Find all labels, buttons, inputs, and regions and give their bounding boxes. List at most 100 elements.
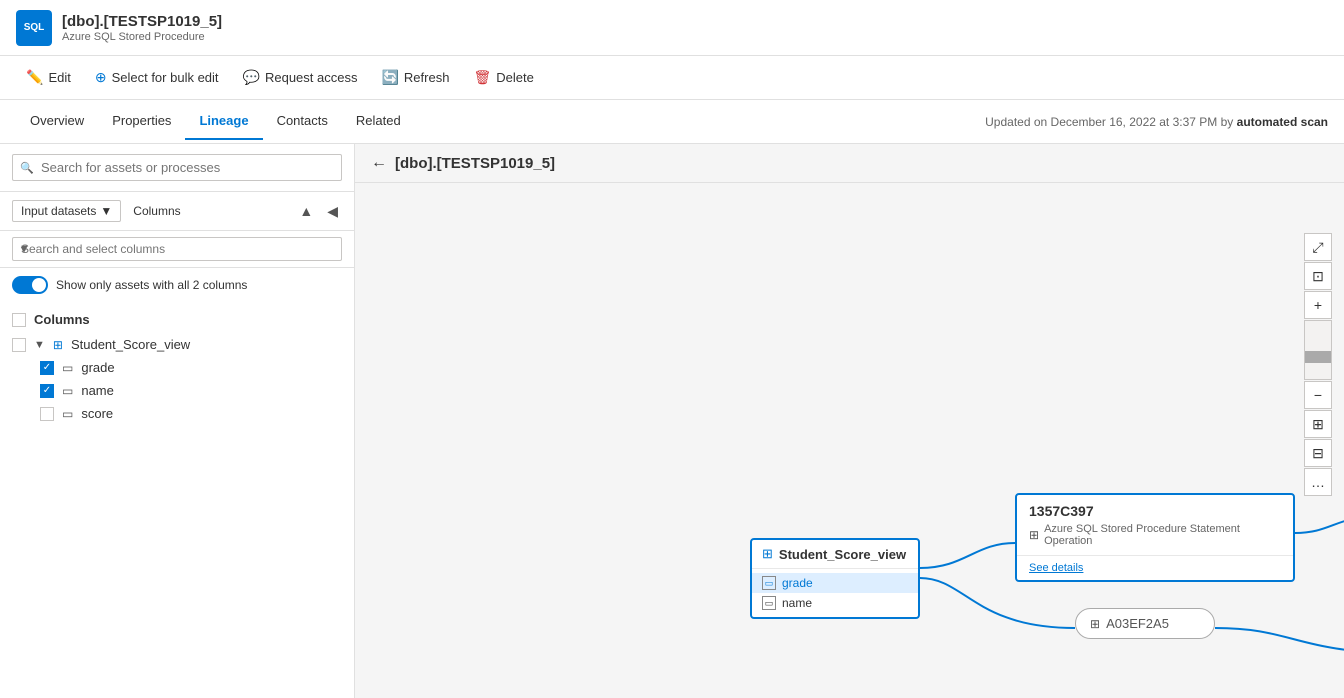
collapse-button[interactable]: ▲	[295, 201, 317, 222]
panel-header-right: ▲ ◀	[295, 201, 342, 222]
node-a03ef2a5[interactable]: ⊞ A03EF2A5	[1075, 608, 1215, 639]
header: SQL [dbo].[TESTSP1019_5] Azure SQL Store…	[0, 0, 1344, 56]
db-table-icon: ⊞	[53, 338, 63, 352]
toolbar: ✏️ Edit ⊕ Select for bulk edit 💬 Request…	[0, 56, 1344, 100]
field-grade-row: ▭ grade	[0, 356, 354, 379]
group-name: Student_Score_view	[71, 337, 190, 352]
tab-lineage[interactable]: Lineage	[185, 103, 262, 140]
zoom-layout-button[interactable]: ⊞	[1304, 410, 1332, 438]
zoom-fit-button[interactable]: ⊡	[1304, 262, 1332, 290]
page-subtitle: Azure SQL Stored Procedure	[62, 31, 222, 43]
node-field-name: ▭ name	[752, 593, 918, 613]
request-access-label: Request access	[265, 70, 358, 85]
columns-label: Columns	[133, 204, 180, 218]
page-title: [dbo].[TESTSP1019_5]	[62, 13, 222, 30]
header-title-block: [dbo].[TESTSP1019_5] Azure SQL Stored Pr…	[62, 13, 222, 43]
toggle-row: Show only assets with all 2 columns	[0, 268, 354, 302]
process-1357-subtitle: Azure SQL Stored Procedure Statement Ope…	[1044, 523, 1281, 547]
canvas-title: [dbo].[TESTSP1019_5]	[395, 155, 555, 172]
zoom-track	[1304, 320, 1332, 380]
field-name-row: ▭ name	[0, 379, 354, 402]
field-score-icon: ▭	[62, 407, 73, 421]
node-process-1357[interactable]: 1357C397 ⊞ Azure SQL Stored Procedure St…	[1015, 493, 1295, 582]
header-icon: SQL	[16, 10, 52, 46]
col-filter-wrapper: ▼	[12, 237, 342, 261]
delete-label: Delete	[496, 70, 534, 85]
zoom-collapse-button[interactable]: ⊟	[1304, 439, 1332, 467]
dropdown-label: Input datasets	[21, 204, 96, 218]
canvas-header: ← [dbo].[TESTSP1019_5]	[355, 144, 1344, 183]
updated-by: automated scan	[1237, 115, 1328, 129]
group-student-score-view-row: ▼ ⊞ Student_Score_view	[0, 333, 354, 356]
columns-header-checkbox[interactable]	[12, 313, 26, 327]
grade-checkbox[interactable]	[40, 361, 54, 375]
tab-properties[interactable]: Properties	[98, 103, 185, 140]
zoom-expand-button[interactable]: ⤢	[1304, 233, 1332, 261]
process-db-icon: ⊞	[1029, 528, 1039, 542]
canvas-back-button[interactable]: ←	[371, 154, 387, 172]
chat-icon: 💬	[243, 69, 260, 86]
delete-button[interactable]: 🗑 Delete	[463, 65, 543, 90]
node-student-score-view[interactable]: ⊞ Student_Score_view ▭ grade ▭ name	[750, 538, 920, 619]
updated-text: Updated on December 16, 2022 at 3:37 PM …	[985, 115, 1233, 129]
zoom-thumb[interactable]	[1305, 351, 1331, 363]
column-filter-bar: ▼	[0, 231, 354, 268]
see-details-link[interactable]: See details	[1029, 562, 1281, 574]
edit-icon: ✏️	[26, 69, 43, 86]
zoom-in-button[interactable]: +	[1304, 291, 1332, 319]
zoom-out-button[interactable]: −	[1304, 381, 1332, 409]
toggle-label: Show only assets with all 2 columns	[56, 278, 247, 292]
header-icon-label: SQL	[24, 22, 45, 33]
bulk-edit-label: Select for bulk edit	[112, 70, 219, 85]
columns-header-row: Columns	[0, 306, 354, 333]
score-checkbox[interactable]	[40, 407, 54, 421]
columns-header-label: Columns	[34, 312, 90, 327]
main-content: Input datasets ▼ Columns ▲ ◀ ▼ Show only…	[0, 144, 1344, 698]
field-score-row: ▭ score	[0, 402, 354, 425]
name-field-name: name	[782, 596, 812, 610]
grade-field-icon: ▭	[762, 576, 776, 590]
show-only-toggle[interactable]	[12, 276, 48, 294]
lineage-canvas: ← [dbo].[TESTSP1019_5]	[355, 144, 1344, 698]
tabs-bar: Overview Properties Lineage Contacts Rel…	[0, 100, 1344, 144]
panel-header-left: Input datasets ▼ Columns	[12, 200, 181, 222]
node-field-grade: ▭ grade	[752, 573, 918, 593]
left-panel: Input datasets ▼ Columns ▲ ◀ ▼ Show only…	[0, 144, 355, 698]
delete-icon: 🗑	[473, 69, 491, 86]
field-name-name: name	[81, 383, 114, 398]
node-student-score-view-icon: ⊞	[762, 546, 773, 562]
tabs-list: Overview Properties Lineage Contacts Rel…	[16, 103, 415, 140]
column-list: Columns ▼ ⊞ Student_Score_view ▭ grade ▭…	[0, 302, 354, 698]
tab-related[interactable]: Related	[342, 103, 415, 140]
zoom-more-button[interactable]: …	[1304, 468, 1332, 496]
refresh-button[interactable]: 🔄 Refresh	[371, 65, 459, 90]
search-wrapper	[12, 154, 342, 181]
field-score-name: score	[81, 406, 113, 421]
node-student-score-view-title: Student_Score_view	[779, 547, 906, 562]
plus-circle-icon: ⊕	[95, 69, 107, 86]
refresh-icon: 🔄	[381, 69, 398, 86]
node-student-score-view-body: ▭ grade ▭ name	[752, 569, 918, 617]
request-access-button[interactable]: 💬 Request access	[233, 65, 368, 90]
input-datasets-dropdown[interactable]: Input datasets ▼	[12, 200, 121, 222]
process-1357-title: 1357C397	[1029, 503, 1281, 519]
oval-a03-icon: ⊞	[1090, 617, 1100, 631]
tab-overview[interactable]: Overview	[16, 103, 98, 140]
process-1357-header: 1357C397 ⊞ Azure SQL Stored Procedure St…	[1017, 495, 1293, 556]
name-checkbox[interactable]	[40, 384, 54, 398]
zoom-controls: ⤢ ⊡ + − ⊞ ⊟ …	[1304, 233, 1332, 496]
edit-button[interactable]: ✏️ Edit	[16, 65, 81, 90]
column-search-input[interactable]	[12, 237, 342, 261]
node-student-score-view-header: ⊞ Student_Score_view	[752, 540, 918, 569]
close-panel-button[interactable]: ◀	[323, 201, 342, 222]
field-grade-icon: ▭	[62, 361, 73, 375]
process-1357-sub: ⊞ Azure SQL Stored Procedure Statement O…	[1029, 523, 1281, 547]
search-input[interactable]	[12, 154, 342, 181]
tab-contacts[interactable]: Contacts	[263, 103, 342, 140]
expand-icon[interactable]: ▼	[34, 339, 45, 351]
bulk-edit-button[interactable]: ⊕ Select for bulk edit	[85, 65, 229, 90]
group-checkbox[interactable]	[12, 338, 26, 352]
canvas-area: ⊞ Student_Score_view ▭ grade ▭ name	[355, 183, 1344, 693]
updated-info: Updated on December 16, 2022 at 3:37 PM …	[985, 115, 1328, 129]
oval-a03-title: A03EF2A5	[1106, 616, 1169, 631]
